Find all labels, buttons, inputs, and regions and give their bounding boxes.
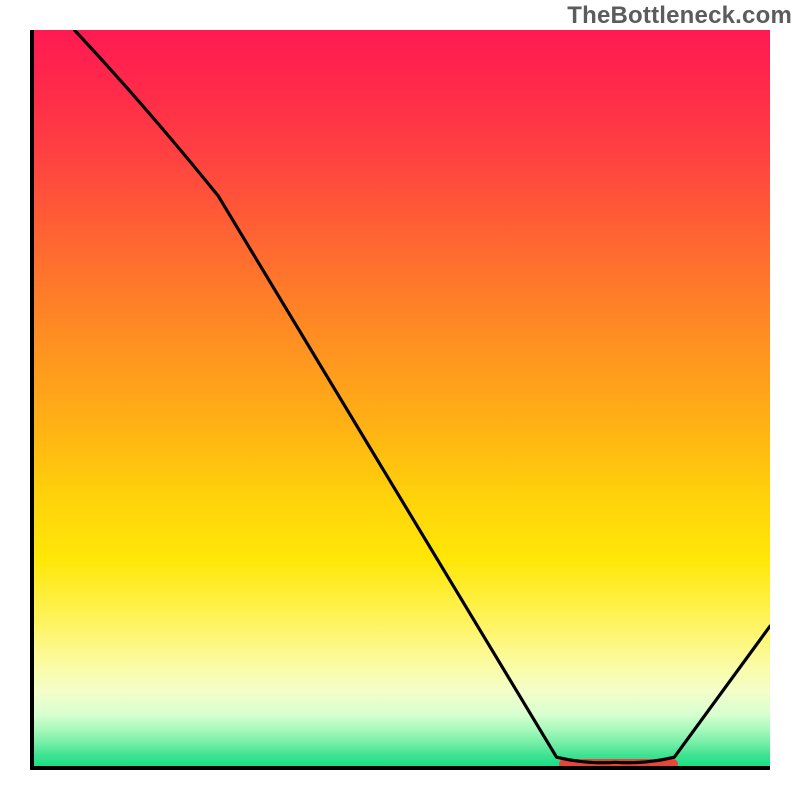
curve-path (74, 30, 770, 763)
chart-frame: TheBottleneck.com (0, 0, 800, 800)
plot-area (30, 30, 770, 770)
watermark-text: TheBottleneck.com (567, 2, 792, 30)
bottleneck-curve (34, 30, 770, 766)
